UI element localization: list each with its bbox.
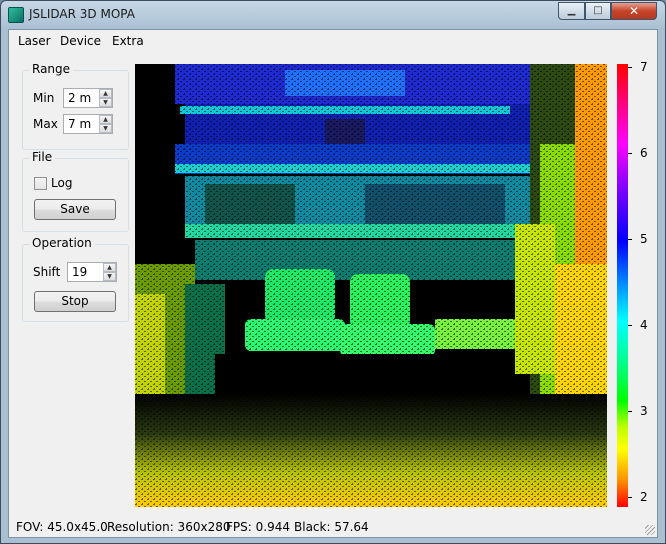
max-range-value: 7 m <box>68 117 92 131</box>
shift-value: 19 <box>72 265 88 279</box>
depth-colorbar <box>617 64 628 507</box>
shift-label: Shift <box>33 265 61 279</box>
colorbar-tick <box>628 239 632 240</box>
menu-extra[interactable]: Extra <box>112 34 144 48</box>
range-group: Range Min 2 m ▲ ▼ Max 7 m ▲ ▼ <box>22 62 129 150</box>
minimize-button[interactable]: ▁ <box>558 2 585 20</box>
spin-down-icon[interactable]: ▼ <box>103 272 116 281</box>
client-area: Laser Device Extra Range Min 2 m ▲ ▼ Max… <box>8 29 658 538</box>
colorbar-tick <box>628 411 632 412</box>
log-checkbox[interactable] <box>34 177 47 190</box>
file-group-title: File <box>29 150 56 164</box>
colorbar-tick-label: 4 <box>640 318 648 332</box>
shift-spinbox[interactable]: 19 ▲ ▼ <box>67 262 117 282</box>
colorbar-tick <box>628 153 632 154</box>
spin-down-icon[interactable]: ▼ <box>99 98 112 107</box>
status-fov: FOV: 45.0x45.0 <box>16 520 108 534</box>
status-black: Black: 57.64 <box>294 520 369 534</box>
log-label: Log <box>51 176 73 190</box>
colorbar-tick-label: 7 <box>640 60 648 74</box>
stop-button[interactable]: Stop <box>34 291 116 312</box>
close-button[interactable]: ✕ <box>611 2 657 20</box>
menu-device[interactable]: Device <box>60 34 101 48</box>
max-range-spinbox[interactable]: 7 m ▲ ▼ <box>63 114 113 134</box>
colorbar-tick <box>628 325 632 326</box>
spin-up-icon[interactable]: ▲ <box>103 263 116 272</box>
file-group: File Log Save <box>22 150 129 232</box>
spin-up-icon[interactable]: ▲ <box>99 89 112 98</box>
resize-grip-icon[interactable] <box>645 525 655 535</box>
min-range-value: 2 m <box>68 91 92 105</box>
min-label: Min <box>33 91 55 105</box>
app-icon <box>8 7 24 23</box>
max-label: Max <box>33 117 58 131</box>
app-window: JSLIDAR 3D MOPA ▁ □ ✕ Laser Device Extra… <box>0 0 666 544</box>
menu-laser[interactable]: Laser <box>18 34 51 48</box>
range-group-title: Range <box>29 62 74 76</box>
min-range-spinbox[interactable]: 2 m ▲ ▼ <box>63 88 113 108</box>
depth-image-view <box>135 64 607 507</box>
title-bar[interactable]: JSLIDAR 3D MOPA ▁ □ ✕ <box>1 1 665 29</box>
spin-up-icon[interactable]: ▲ <box>99 115 112 124</box>
status-fps: FPS: 0.944 <box>226 520 290 534</box>
status-bar: FOV: 45.0x45.0 Resolution: 360x280 FPS: … <box>9 517 657 537</box>
status-resolution: Resolution: 360x280 <box>107 520 231 534</box>
colorbar-tick-label: 2 <box>640 490 648 504</box>
colorbar-tick <box>628 67 632 68</box>
save-button[interactable]: Save <box>34 199 116 220</box>
colorbar-tick-label: 5 <box>640 232 648 246</box>
colorbar-tick <box>628 497 632 498</box>
colorbar-tick-label: 3 <box>640 404 648 418</box>
operation-group: Operation Shift 19 ▲ ▼ Stop <box>22 236 129 322</box>
window-title: JSLIDAR 3D MOPA <box>29 7 135 21</box>
maximize-button[interactable]: □ <box>585 2 611 20</box>
operation-group-title: Operation <box>29 236 95 250</box>
menu-bar: Laser Device Extra <box>9 30 657 51</box>
colorbar-tick-label: 6 <box>640 146 648 160</box>
depth-image <box>135 64 607 507</box>
spin-down-icon[interactable]: ▼ <box>99 124 112 133</box>
